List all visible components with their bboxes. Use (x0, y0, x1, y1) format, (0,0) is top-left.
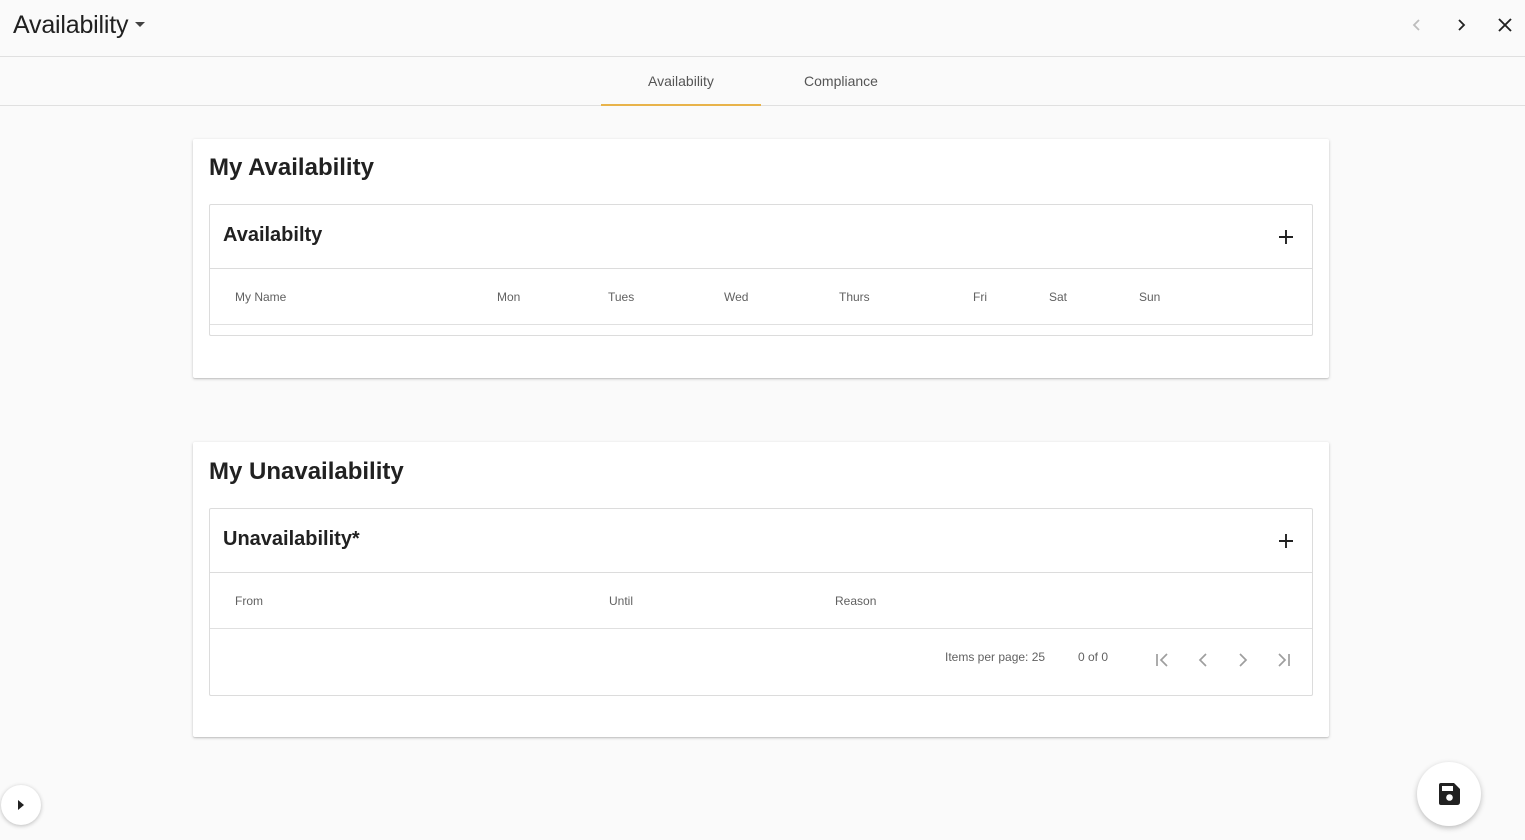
last-page-button[interactable] (1268, 645, 1298, 675)
first-page-icon (1156, 653, 1168, 667)
column-header[interactable]: Tues (608, 290, 634, 304)
availability-panel: Availabilty My Name Mon Tues Wed Thurs F… (209, 204, 1313, 336)
column-header[interactable]: Sat (1049, 290, 1067, 304)
caret-right-icon (18, 800, 24, 810)
tab-label: Availability (648, 73, 714, 89)
prev-page-button[interactable] (1188, 645, 1218, 675)
column-header[interactable]: Thurs (839, 290, 870, 304)
table-header-row: My Name Mon Tues Wed Thurs Fri Sat Sun (210, 269, 1312, 325)
side-panel-toggle-button[interactable] (1, 785, 41, 825)
column-header[interactable]: Until (609, 594, 633, 608)
column-header[interactable]: Reason (835, 594, 876, 608)
panel-header: Availabilty (210, 205, 1312, 269)
close-icon[interactable] (1492, 12, 1518, 38)
chevron-left-icon (1198, 653, 1207, 667)
plus-icon (1279, 230, 1293, 244)
column-header[interactable]: Fri (973, 290, 987, 304)
chevron-right-icon[interactable] (1448, 12, 1474, 38)
column-header[interactable]: Mon (497, 290, 520, 304)
column-header[interactable]: Sun (1139, 290, 1160, 304)
tab-label: Compliance (804, 73, 878, 89)
save-button[interactable] (1417, 762, 1481, 826)
first-page-button[interactable] (1148, 645, 1178, 675)
card-title: My Availability (209, 154, 374, 181)
paginator: Items per page: 25 0 of 0 (210, 629, 1312, 695)
chevron-left-icon[interactable] (1404, 12, 1430, 38)
page-title: Availability (13, 10, 129, 39)
card-title: My Unavailability (209, 458, 404, 485)
title-dropdown[interactable]: Availability (13, 9, 146, 41)
panel-header: Unavailability* (210, 509, 1312, 573)
availability-card: My Availability Availabilty My Name Mon … (193, 139, 1329, 378)
plus-icon (1279, 534, 1293, 548)
column-header[interactable]: Wed (724, 290, 748, 304)
add-availability-button[interactable] (1272, 223, 1300, 251)
table-header-row: From Until Reason (210, 573, 1312, 629)
column-header[interactable]: My Name (235, 290, 286, 304)
tab-bar: Availability Compliance (0, 57, 1525, 106)
page-range-label: 0 of 0 (1078, 650, 1109, 664)
tab-compliance[interactable]: Compliance (761, 57, 921, 105)
chevron-right-icon (1239, 653, 1248, 667)
panel-title: Unavailability* (223, 528, 360, 550)
next-page-button[interactable] (1228, 645, 1258, 675)
tab-availability[interactable]: Availability (601, 57, 761, 106)
caret-down-icon (135, 20, 146, 30)
panel-title: Availabilty (223, 224, 323, 246)
unavailability-card: My Unavailability Unavailability* From U… (193, 442, 1329, 737)
add-unavailability-button[interactable] (1272, 527, 1300, 555)
top-bar: Availability (0, 0, 1525, 57)
floppy-disk-icon (1439, 783, 1460, 805)
items-per-page-label[interactable]: Items per page: 25 (945, 650, 1045, 664)
last-page-icon (1278, 653, 1290, 667)
column-header[interactable]: From (235, 594, 263, 608)
unavailability-panel: Unavailability* From Until Reason Items … (209, 508, 1313, 696)
